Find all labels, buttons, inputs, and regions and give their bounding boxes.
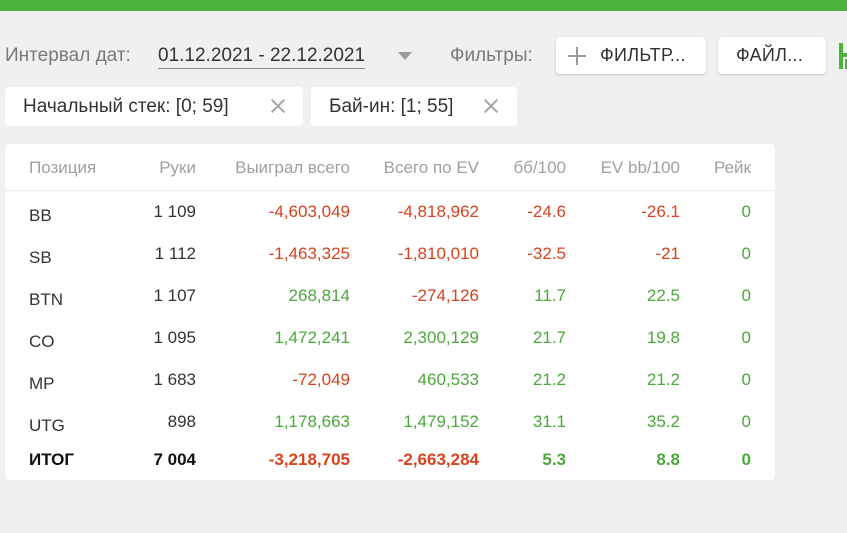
header-won[interactable]: Выиграл всего xyxy=(235,158,350,178)
cell-rake: 0 xyxy=(741,244,751,263)
cell-evbb100: -26.1 xyxy=(641,202,680,221)
cell-hands: 1 112 xyxy=(154,244,196,263)
cell-evbb100: 8.8 xyxy=(656,450,680,469)
header-ev[interactable]: Всего по EV xyxy=(384,158,479,178)
file-button[interactable]: ФАЙЛ... xyxy=(718,37,826,74)
filter-chip-starting-stack: Начальный стек: [0; 59] xyxy=(5,87,303,126)
cell-ev: -4,818,962 xyxy=(397,202,479,221)
date-interval-label: Интервал дат: xyxy=(5,45,131,66)
header-evbb100[interactable]: EV bb/100 xyxy=(601,158,680,178)
top-accent-bar xyxy=(0,0,847,11)
cell-won: 1,472,241 xyxy=(274,328,350,347)
cell-ev: -1,810,010 xyxy=(397,244,479,263)
cell-hands: 1 107 xyxy=(153,286,196,305)
cell-position: MP xyxy=(29,374,55,393)
cell-hands: 1 683 xyxy=(153,370,196,389)
add-filter-button-label: ФИЛЬТР... xyxy=(600,45,686,65)
cell-rake: 0 xyxy=(741,412,751,431)
cell-ev: 1,479,152 xyxy=(403,412,479,431)
cell-ev: -274,126 xyxy=(411,286,479,305)
cell-evbb100: 19.8 xyxy=(646,328,680,347)
cell-hands: 1 109 xyxy=(153,202,196,221)
cell-won: 1,178,663 xyxy=(274,412,350,431)
table-row[interactable]: CO 1 095 1,472,241 2,300,129 21.7 19.8 0 xyxy=(5,326,775,366)
header-rake[interactable]: Рейк xyxy=(714,158,751,178)
header-position[interactable]: Позиция xyxy=(29,158,96,178)
cell-bb100: 21.2 xyxy=(532,370,566,389)
file-button-label: ФАЙЛ... xyxy=(736,45,804,65)
header-hands[interactable]: Руки xyxy=(159,158,196,178)
filters-label: Фильтры: xyxy=(450,45,533,66)
cell-ev: 460,533 xyxy=(417,370,479,389)
header-bb100[interactable]: бб/100 xyxy=(513,158,566,178)
cell-rake: 0 xyxy=(741,328,751,347)
cell-bb100: 11.7 xyxy=(534,286,566,305)
stats-table: Позиция Руки Выиграл всего Всего по EV б… xyxy=(5,144,775,480)
table-row[interactable]: MP 1 683 -72,049 460,533 21.2 21.2 0 xyxy=(5,368,775,408)
cell-rake: 0 xyxy=(741,370,751,389)
cell-position: ИТОГ xyxy=(29,450,75,469)
filter-chip-label: Бай-ин: [1; 55] xyxy=(329,95,454,117)
cell-bb100: 31.1 xyxy=(532,412,566,431)
cell-evbb100: 21.2 xyxy=(646,370,680,389)
cell-hands: 1 095 xyxy=(153,328,196,347)
table-row[interactable]: BB 1 109 -4,603,049 -4,818,962 -24.6 -26… xyxy=(5,200,775,240)
cell-hands: 898 xyxy=(167,412,196,431)
cell-position: CO xyxy=(29,332,55,351)
table-row[interactable]: BTN 1 107 268,814 -274,126 11.7 22.5 0 xyxy=(5,284,775,324)
cell-hands: 7 004 xyxy=(153,450,196,469)
chart-icon[interactable] xyxy=(837,41,847,71)
close-icon[interactable] xyxy=(270,98,286,114)
cell-rake: 0 xyxy=(741,202,751,221)
close-icon[interactable] xyxy=(483,98,499,114)
cell-evbb100: -21 xyxy=(655,244,680,263)
add-filter-button[interactable]: ФИЛЬТР... xyxy=(556,37,706,74)
cell-position: BTN xyxy=(29,290,63,309)
plus-icon xyxy=(568,46,586,65)
cell-rake: 0 xyxy=(741,450,751,469)
cell-ev: 2,300,129 xyxy=(403,328,479,347)
cell-won: -1,463,325 xyxy=(268,244,350,263)
filters-toolbar: Интервал дат: 01.12.2021 - 22.12.2021 Фи… xyxy=(0,36,847,76)
cell-bb100: -32.5 xyxy=(527,244,566,263)
cell-position: UTG xyxy=(29,416,65,435)
cell-bb100: -24.6 xyxy=(527,202,566,221)
cell-ev: -2,663,284 xyxy=(397,450,479,469)
cell-won: -72,049 xyxy=(292,370,350,389)
cell-evbb100: 35.2 xyxy=(646,412,680,431)
date-range-select[interactable]: 01.12.2021 - 22.12.2021 xyxy=(158,45,366,69)
cell-won: -3,218,705 xyxy=(268,450,350,469)
cell-evbb100: 22.5 xyxy=(646,286,680,305)
cell-position: SB xyxy=(29,248,52,267)
table-header: Позиция Руки Выиграл всего Всего по EV б… xyxy=(5,144,775,191)
cell-won: 268,814 xyxy=(288,286,350,305)
cell-won: -4,603,049 xyxy=(268,202,350,221)
cell-rake: 0 xyxy=(741,286,751,305)
cell-bb100: 21.7 xyxy=(532,328,566,347)
cell-position: BB xyxy=(29,206,52,225)
filter-chip-label: Начальный стек: [0; 59] xyxy=(23,95,229,117)
chevron-down-icon[interactable] xyxy=(398,52,412,60)
table-total-row: ИТОГ 7 004 -3,218,705 -2,663,284 5.3 8.8… xyxy=(5,448,775,488)
filter-chip-buyin: Бай-ин: [1; 55] xyxy=(311,87,517,126)
table-row[interactable]: SB 1 112 -1,463,325 -1,810,010 -32.5 -21… xyxy=(5,242,775,282)
cell-bb100: 5.3 xyxy=(542,450,566,469)
table-row[interactable]: UTG 898 1,178,663 1,479,152 31.1 35.2 0 xyxy=(5,410,775,450)
